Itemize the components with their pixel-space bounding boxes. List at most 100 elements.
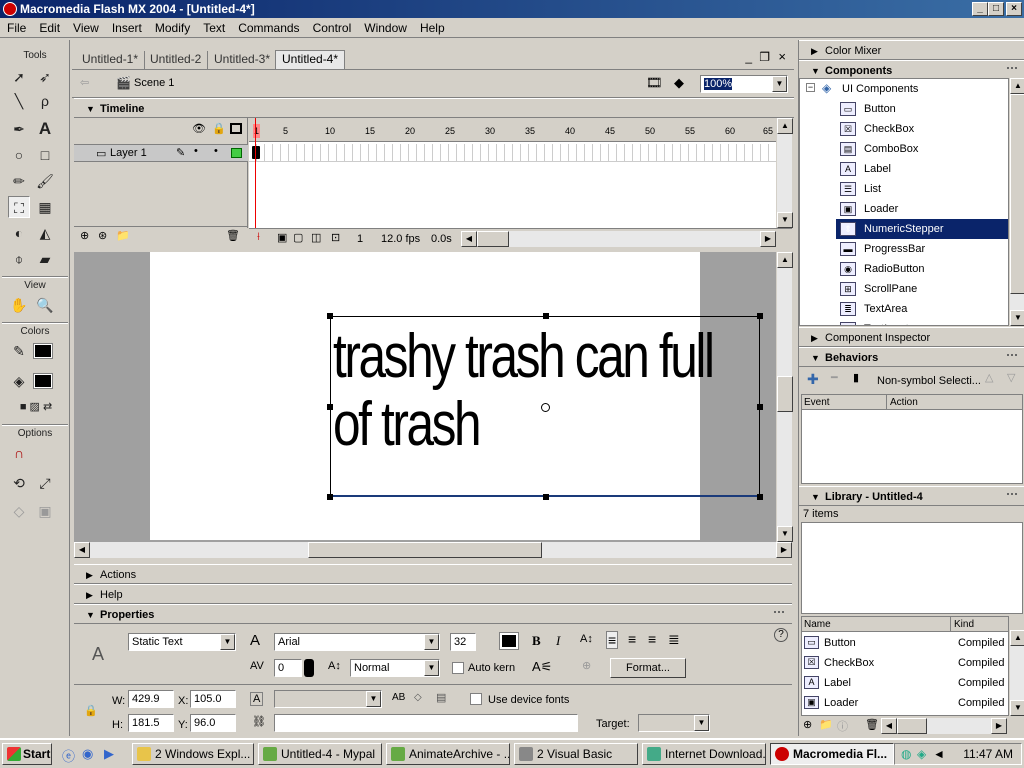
layer-row[interactable]: ▭ Layer 1 ✎ • • — [74, 144, 248, 162]
stage-vscroll[interactable]: ▲ ▼ — [776, 252, 793, 542]
lasso-tool-icon[interactable]: ρ — [34, 90, 56, 112]
line-tool-icon[interactable]: ╲ — [8, 90, 30, 112]
clock[interactable]: 11:47 AM — [963, 747, 1013, 761]
scroll-thumb[interactable] — [777, 376, 793, 412]
scroll-right-icon[interactable]: ▶ — [991, 718, 1007, 734]
layer-color-icon[interactable] — [231, 148, 242, 158]
text-orientation-icon[interactable]: A⚟ — [532, 659, 552, 675]
tray-app-icon[interactable]: ◈ — [917, 744, 926, 764]
menu-text[interactable]: Text — [196, 18, 231, 36]
paint-bucket-tool-icon[interactable]: ◭ — [34, 222, 56, 244]
component-inspector-header[interactable]: ▶ Component Inspector — [799, 327, 1024, 347]
scroll-up-icon[interactable]: ▲ — [777, 118, 793, 134]
taskbar-animatearchive[interactable]: AnimateArchive - ... — [386, 743, 510, 765]
component-item-list[interactable]: ☰ List — [836, 179, 1008, 199]
panel-options-icon[interactable] — [1007, 354, 1017, 362]
menu-commands[interactable]: Commands — [231, 18, 305, 36]
text-color-swatch[interactable] — [499, 632, 519, 650]
transform-handle[interactable] — [757, 404, 763, 410]
tracking-field[interactable]: 0 — [274, 659, 302, 677]
scroll-thumb[interactable] — [308, 542, 542, 558]
transform-handle[interactable] — [757, 313, 763, 319]
menu-modify[interactable]: Modify — [148, 18, 196, 36]
ie-quicklaunch-icon[interactable]: ⓔ — [62, 746, 75, 765]
italic-button[interactable]: I — [556, 634, 560, 648]
tab-untitled-4[interactable]: Untitled-4* — [275, 50, 346, 69]
add-motion-guide-icon[interactable]: ⊛ — [98, 229, 107, 242]
close-button[interactable]: × — [1006, 2, 1022, 16]
component-item-combobox[interactable]: ▤ ComboBox — [836, 139, 1008, 159]
scroll-down-icon[interactable]: ▼ — [777, 526, 793, 542]
menu-edit[interactable]: Edit — [32, 18, 66, 36]
auto-kern-checkbox[interactable] — [452, 662, 464, 674]
pencil-tool-icon[interactable]: ✏ — [8, 170, 30, 192]
help-panel-header[interactable]: ▶ Help — [74, 584, 792, 604]
transform-handle[interactable] — [327, 494, 333, 500]
fill-transform-tool-icon[interactable]: ▦ — [34, 196, 56, 218]
taskbar-mypal[interactable]: Untitled-4 - Mypal — [258, 743, 382, 765]
playhead[interactable] — [255, 118, 256, 228]
device-fonts-checkbox[interactable] — [470, 693, 482, 705]
panel-options-icon[interactable] — [1007, 67, 1017, 75]
scroll-up-icon[interactable]: ▲ — [1010, 630, 1024, 646]
outline-icon[interactable] — [230, 123, 242, 134]
delete-layer-icon[interactable]: 🗑 — [226, 229, 240, 242]
delete-item-icon[interactable]: 🗑 — [865, 718, 879, 731]
selectable-icon[interactable]: AB — [392, 692, 405, 703]
hand-tool-icon[interactable]: ✋ — [8, 294, 30, 316]
tab-untitled-2[interactable]: Untitled-2 — [144, 51, 209, 70]
library-row[interactable]: ☒ CheckBox Compiled C — [802, 653, 1008, 673]
library-hscroll[interactable]: ◀ ▶ — [881, 718, 1007, 734]
library-row[interactable]: ▣ Loader Compiled C — [802, 693, 1008, 713]
component-item-button[interactable]: ▭ Button — [836, 99, 1008, 119]
edit-symbols-icon[interactable]: ◆ — [674, 75, 684, 91]
back-arrow-icon[interactable]: ⇦ — [80, 76, 89, 89]
pen-tool-icon[interactable]: ✒ — [8, 118, 30, 140]
text-type-select[interactable]: Static Text ▼ — [128, 633, 236, 651]
scroll-down-icon[interactable]: ▼ — [1010, 700, 1024, 716]
frame-rate[interactable]: 12.0 fps — [381, 232, 420, 246]
menu-control[interactable]: Control — [306, 18, 358, 36]
bold-button[interactable]: B — [532, 634, 541, 648]
component-item-label[interactable]: A Label — [836, 159, 1008, 179]
components-vscroll[interactable]: ▲ ▼ — [1009, 78, 1024, 326]
scroll-left-icon[interactable]: ◀ — [74, 542, 90, 558]
swap-colors-icon[interactable]: ■ ▨ ⇄ — [6, 396, 66, 418]
transform-handle[interactable] — [327, 404, 333, 410]
align-right-icon[interactable]: ≡ — [648, 631, 656, 647]
component-item-radiobutton[interactable]: ◉ RadioButton — [836, 259, 1008, 279]
transform-handle[interactable] — [757, 494, 763, 500]
menu-insert[interactable]: Insert — [105, 18, 148, 36]
start-button[interactable]: Start — [2, 743, 52, 765]
edit-scene-icon[interactable]: 🎞 — [646, 75, 663, 91]
insert-folder-icon[interactable]: 📁 — [116, 229, 130, 242]
tab-untitled-1[interactable]: Untitled-1* — [76, 51, 146, 70]
lock-proportions-icon[interactable]: 🔒 — [84, 704, 98, 717]
doc-restore-icon[interactable]: ❐ — [759, 50, 770, 64]
align-left-icon[interactable]: ≡ — [606, 631, 619, 649]
library-row[interactable]: ▭ Button Compiled C — [802, 633, 1008, 653]
menu-help[interactable]: Help — [413, 18, 451, 36]
scene-label[interactable]: Scene 1 — [134, 77, 174, 89]
onion-skin-icon[interactable]: ▣ — [277, 231, 287, 244]
ink-bottle-tool-icon[interactable]: ◐ — [8, 222, 30, 244]
behaviors-header[interactable]: ▼ Behaviors — [799, 347, 1024, 367]
transform-handle[interactable] — [327, 313, 333, 319]
free-transform-tool-icon[interactable]: ⛶ — [8, 196, 30, 218]
component-item-progressbar[interactable]: ▬ ProgressBar — [836, 239, 1008, 259]
scroll-up-icon[interactable]: ▲ — [1010, 78, 1024, 94]
tab-untitled-3[interactable]: Untitled-3* — [208, 51, 278, 70]
url-field[interactable] — [274, 714, 578, 732]
stage[interactable]: trashy trash can full of trash — [150, 252, 763, 540]
rectangle-tool-icon[interactable]: □ — [34, 144, 56, 166]
transform-center-point[interactable] — [541, 403, 550, 412]
text-direction-icon[interactable]: A↕ — [580, 633, 593, 645]
scroll-right-icon[interactable]: ▶ — [760, 231, 776, 247]
scroll-thumb[interactable] — [897, 718, 927, 734]
panel-options-icon[interactable] — [774, 611, 784, 619]
color-mixer-header[interactable]: ▶ Color Mixer — [799, 40, 1024, 60]
scroll-left-icon[interactable]: ◀ — [881, 718, 897, 734]
component-item-scrollpane[interactable]: ⊞ ScrollPane — [836, 279, 1008, 299]
modify-markers-icon[interactable]: ⊡ — [331, 231, 340, 244]
taskbar-macromedia-flash[interactable]: Macromedia Fl... — [770, 743, 894, 765]
